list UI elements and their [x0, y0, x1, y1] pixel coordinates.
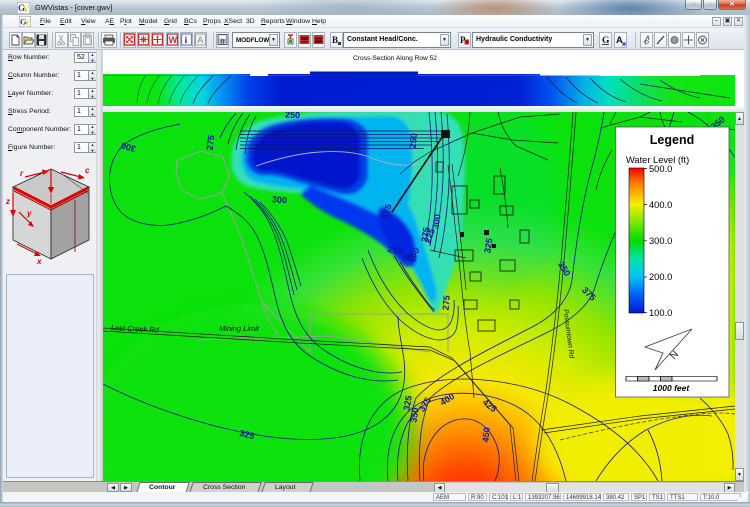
- svg-text:275: 275: [441, 295, 452, 311]
- svg-text:V: V: [23, 4, 30, 14]
- svg-text:y: y: [26, 209, 32, 218]
- svg-text:250: 250: [408, 133, 419, 149]
- svg-text:A: A: [616, 35, 623, 46]
- svg-text:P: P: [645, 41, 649, 47]
- svg-text:z: z: [5, 197, 10, 206]
- svg-text:i: i: [185, 36, 188, 46]
- svg-text:300.0: 300.0: [649, 236, 672, 246]
- svg-text:300: 300: [272, 194, 288, 205]
- svg-text:Mining Limit: Mining Limit: [219, 324, 260, 333]
- svg-text:200.0: 200.0: [649, 272, 672, 282]
- svg-text:V: V: [24, 18, 30, 27]
- svg-text:1000 feet: 1000 feet: [653, 383, 691, 393]
- svg-text:450: 450: [480, 427, 491, 443]
- svg-text:x: x: [36, 257, 42, 266]
- svg-text:r: r: [20, 169, 24, 178]
- svg-text:Legend: Legend: [650, 133, 694, 147]
- svg-text:400.0: 400.0: [649, 200, 672, 210]
- svg-text:275: 275: [205, 135, 217, 151]
- svg-text:100.0: 100.0: [649, 308, 672, 318]
- svg-text:A: A: [197, 35, 203, 45]
- svg-text:250: 250: [285, 112, 301, 120]
- svg-text:c: c: [85, 166, 90, 175]
- svg-text:B: B: [332, 35, 338, 45]
- svg-text:W: W: [169, 35, 178, 45]
- svg-text:500.0: 500.0: [649, 164, 672, 174]
